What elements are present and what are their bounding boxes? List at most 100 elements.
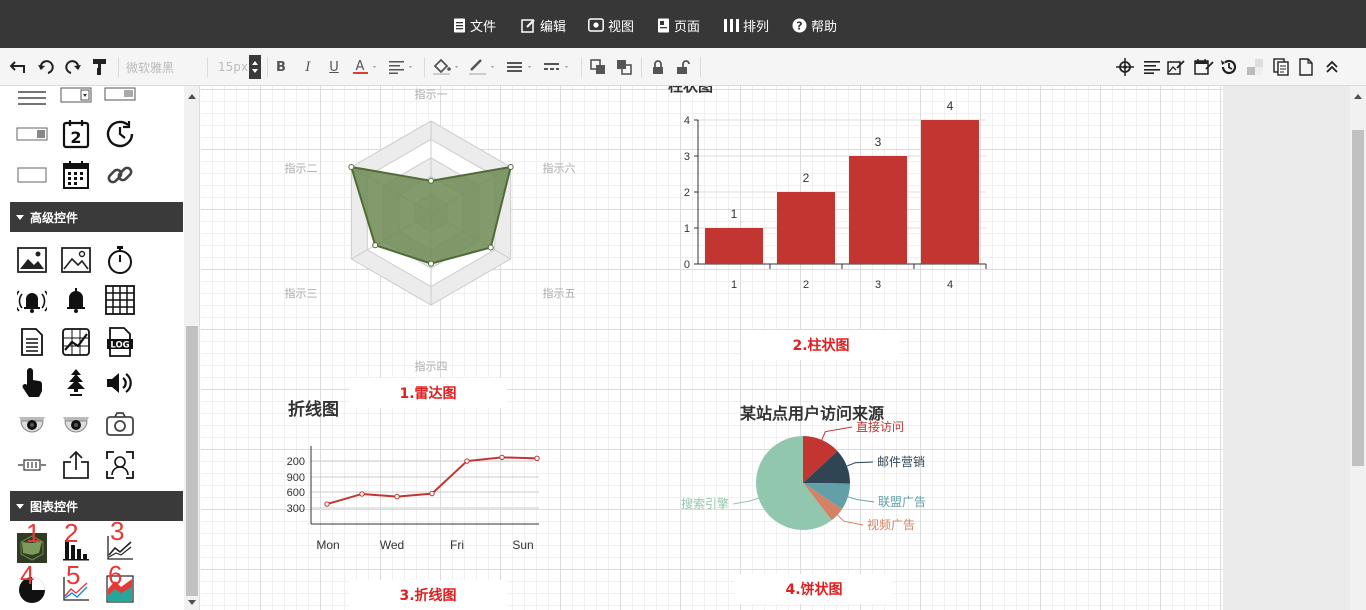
date-control[interactable]: 2 — [60, 118, 92, 150]
bell-icon — [67, 288, 85, 313]
touch-control[interactable] — [16, 367, 48, 399]
line-chart-widget[interactable]: 折线图 200 900 600 300 Mon Wed Fri Sun — [281, 388, 543, 560]
annotation-number: 6 — [108, 560, 123, 590]
underline-button[interactable]: U — [325, 56, 343, 78]
line-style-button[interactable] — [543, 56, 575, 78]
menu-view[interactable]: 视图 — [588, 15, 634, 35]
camera-dome-control[interactable] — [16, 408, 48, 440]
bar-data-label: 3 — [875, 135, 882, 149]
align-button[interactable] — [387, 56, 417, 78]
list-lines-control[interactable] — [16, 86, 48, 108]
menu-edit[interactable]: 编辑 — [521, 15, 566, 35]
italic-button[interactable]: I — [299, 56, 317, 78]
menu-arrange[interactable]: 排列 — [724, 15, 769, 35]
history-button[interactable] — [1219, 56, 1239, 78]
select-box-control[interactable] — [16, 118, 48, 150]
unlock-button[interactable] — [674, 56, 692, 78]
font-size-stepper[interactable] — [249, 55, 261, 79]
dropdown-control[interactable] — [60, 86, 92, 106]
variable-control[interactable] — [16, 449, 48, 481]
crosshair-button[interactable] — [1115, 56, 1135, 78]
stopwatch-control[interactable] — [104, 244, 136, 276]
line-width-button[interactable] — [506, 56, 538, 78]
menu-view-label: 视图 — [608, 19, 635, 35]
format-painter-button[interactable] — [90, 56, 110, 78]
lock-button[interactable] — [649, 56, 667, 78]
separator — [118, 57, 119, 77]
radar-indicator-label: 指示四 — [415, 359, 448, 373]
section-chart-controls[interactable]: 图表控件 — [10, 491, 183, 521]
component-sidebar: 2 高级控件 LOG 图表控件 1 2 3 4 5 6 — [0, 86, 200, 610]
image-edit-button[interactable] — [1166, 56, 1186, 78]
log-file-control[interactable]: LOG — [104, 326, 136, 358]
scroll-up-arrow-icon[interactable] — [1354, 94, 1362, 99]
stepper-arrows-icon — [252, 61, 258, 73]
share-control[interactable] — [60, 449, 92, 481]
scroll-down-arrow-icon[interactable] — [188, 600, 196, 605]
fill-color-button[interactable] — [431, 56, 463, 78]
radar-indicator-label: 指示三 — [285, 286, 318, 300]
calendar-control[interactable] — [60, 159, 92, 191]
camera-dome-2-control[interactable] — [60, 408, 92, 440]
grid-table-control[interactable] — [104, 284, 136, 316]
sidebar-scrollbar[interactable] — [184, 86, 199, 610]
camera-control[interactable] — [104, 408, 136, 440]
text-align-button[interactable] — [1142, 56, 1162, 78]
face-scan-control[interactable] — [104, 449, 136, 481]
redo-button[interactable] — [63, 56, 83, 78]
link-control[interactable] — [104, 159, 136, 191]
send-back-button[interactable] — [614, 56, 634, 78]
textbox-control[interactable] — [16, 159, 48, 191]
pie-chart-widget[interactable]: 某站点用户访问来源 直接访问 邮件营销 联盟广告 视频广告 搜索引擎 — [671, 388, 971, 560]
menu-page[interactable]: 页面 — [657, 15, 700, 35]
page-button[interactable] — [1296, 56, 1316, 78]
toolbar: 微软雅黑 15px B I U A — [0, 48, 1366, 86]
checker-button[interactable] — [1245, 56, 1265, 78]
canvas-scroll-thumb[interactable] — [1352, 130, 1364, 466]
dropdown-small-control[interactable] — [104, 86, 136, 102]
trend-chart-control[interactable] — [60, 326, 92, 358]
line-y-tick-label: 200 — [287, 456, 305, 468]
list-lines-icon — [18, 91, 46, 105]
edit-icon — [521, 18, 535, 33]
sidebar-scroll-thumb[interactable] — [186, 326, 198, 596]
font-size-input[interactable]: 15px — [218, 56, 248, 78]
bar-chart-title: 柱状图 — [668, 86, 713, 95]
bar-data-label: 4 — [947, 99, 954, 113]
calendar-edit-button[interactable] — [1193, 56, 1215, 78]
document-control[interactable] — [16, 326, 48, 358]
grid-table-icon — [105, 285, 135, 315]
align-icon — [389, 61, 412, 74]
bar-y-tick-label: 1 — [684, 223, 690, 235]
canvas-scrollbar[interactable] — [1350, 86, 1366, 610]
menu-file[interactable]: 文件 — [453, 15, 496, 35]
clock-control[interactable] — [104, 118, 136, 150]
image-control[interactable] — [16, 244, 48, 276]
section-advanced-controls[interactable]: 高级控件 — [10, 202, 183, 232]
svg-text:?: ? — [796, 19, 802, 32]
font-color-button[interactable]: A — [350, 56, 380, 78]
scroll-up-arrow-icon[interactable] — [188, 94, 196, 99]
dropdown-icon — [60, 87, 92, 103]
bring-front-button[interactable] — [588, 56, 608, 78]
copy-page-button[interactable] — [1271, 56, 1291, 78]
line-color-button[interactable] — [467, 56, 499, 78]
menu-help[interactable]: ? 帮助 — [792, 15, 837, 35]
bold-button[interactable]: B — [272, 56, 290, 78]
font-family-select[interactable]: 微软雅黑 — [126, 56, 196, 78]
tree-control[interactable] — [60, 367, 92, 399]
image-frame-control[interactable] — [60, 244, 92, 276]
speaker-control[interactable] — [104, 367, 136, 399]
radar-chart: 指示一指示二指示三指示四 指示五 指示六 — [285, 87, 576, 373]
alarm-control[interactable] — [16, 284, 48, 316]
textbox-icon — [17, 167, 47, 183]
bar-chart-widget[interactable]: 柱状图 0 1 2 3 4 1 1 2 2 3 3 4 4 — [656, 86, 996, 296]
undo-button[interactable] — [36, 56, 56, 78]
radar-chart-widget[interactable]: 指示一 指示二 指示三 指示四 指示五 指示六 — [281, 86, 581, 376]
undo-back-button[interactable] — [8, 56, 28, 78]
bell-control[interactable] — [60, 284, 92, 316]
alarm-icon — [17, 290, 47, 313]
design-canvas[interactable]: 指示一 指示二 指示三 指示四 指示五 指示六 1.雷达图 柱状图 01234112233… — [201, 86, 1223, 610]
collapse-button[interactable] — [1322, 56, 1342, 78]
unlock-icon — [677, 59, 690, 74]
